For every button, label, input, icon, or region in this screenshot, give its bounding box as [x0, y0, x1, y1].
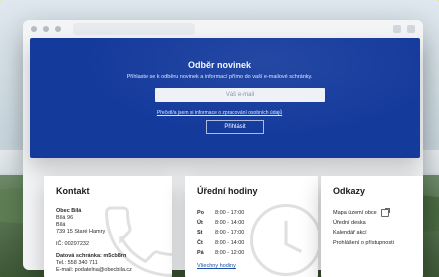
hours-row: Čt 8:00 - 14:00 — [197, 238, 308, 248]
contact-line: E-mail: podatelna@obecbila.cz — [56, 267, 132, 273]
card-title: Úřední hodiny — [197, 186, 258, 196]
window-control-dot[interactable] — [43, 26, 49, 32]
card-title: Kontakt — [56, 186, 90, 196]
privacy-consent-link[interactable]: Přečetl/a jsem si informace o zpracování… — [0, 110, 439, 116]
hours-row: Pá 8:00 - 12:00 — [197, 248, 308, 258]
browser-action-icon[interactable] — [393, 25, 401, 33]
link-item[interactable]: Mapa území obce — [333, 208, 413, 218]
browser-toolbar — [23, 20, 423, 38]
link-item[interactable]: Kalendář akcí — [333, 228, 413, 238]
day-time: 8:00 - 14:00 — [215, 240, 245, 246]
day-time: 8:00 - 12:00 — [215, 250, 245, 256]
window-control-dot[interactable] — [31, 26, 37, 32]
contact-details: Obec Bílá Bílá 96 Bílá 739 15 Staré Hamr… — [56, 208, 162, 274]
link-item[interactable]: Prohlášení o přístupnosti — [333, 238, 413, 248]
more-hours-link[interactable]: Všechny hodiny — [197, 263, 236, 269]
contact-line: 739 15 Staré Hamry — [56, 229, 106, 235]
card-links: Odkazy Mapa území obce Úřední deska Kale… — [321, 176, 423, 277]
hours-row: St 8:00 - 17:00 — [197, 228, 308, 238]
day-label: Pá — [197, 250, 204, 256]
external-link-icon — [380, 209, 389, 217]
links-list: Mapa území obce Úřední deska Kalendář ak… — [333, 208, 413, 248]
contact-line: Datová schránka: m5cb8rn — [56, 253, 127, 259]
email-placeholder: Váš e-mail — [225, 92, 255, 98]
contact-line: Bílá — [56, 222, 66, 228]
day-label: Út — [197, 220, 203, 226]
newsletter-title: Odběr novinek — [187, 60, 251, 70]
day-time: 8:00 - 17:00 — [215, 210, 245, 216]
email-input[interactable]: Váš e-mail — [155, 88, 325, 102]
link-label: Prohlášení o přístupnosti — [333, 240, 394, 246]
day-label: Čt — [197, 240, 203, 246]
day-time: 8:00 - 14:00 — [215, 220, 245, 226]
link-item[interactable]: Úřední deska — [333, 218, 413, 228]
newsletter-subtitle: Přihlaste se k odběru novinek a informac… — [126, 74, 313, 80]
browser-actions — [393, 25, 415, 33]
link-label: Kalendář akcí — [333, 230, 367, 236]
hours-list: Po 8:00 - 17:00 Út 8:00 - 14:00 St 8:00 - 1… — [197, 208, 308, 258]
card-title: Odkazy — [333, 186, 366, 196]
day-label: Po — [197, 210, 205, 216]
contact-line: Tel.: 558 340 711 — [56, 260, 98, 266]
subscribe-button[interactable]: Přihlásit — [206, 120, 264, 134]
card-kontakt: Kontakt Obec Bílá Bílá 96 Bílá 739 15 St… — [44, 176, 172, 277]
hours-row: Po 8:00 - 17:00 — [197, 208, 308, 218]
window-control-dot[interactable] — [55, 26, 61, 32]
link-label: Úřední deska — [333, 220, 366, 226]
contact-line: Obec Bílá — [56, 208, 82, 214]
link-label: Mapa území obce — [333, 210, 377, 216]
day-label: St — [197, 230, 203, 236]
day-time: 8:00 - 17:00 — [215, 230, 245, 236]
browser-action-icon[interactable] — [407, 25, 415, 33]
card-opening-hours: Úřední hodiny Po 8:00 - 17:00 Út 8:00 - 14… — [185, 176, 318, 277]
address-bar[interactable] — [73, 23, 195, 35]
contact-line: IČ: 00297232 — [56, 241, 90, 247]
contact-line: Bílá 96 — [56, 215, 74, 221]
hours-row: Út 8:00 - 14:00 — [197, 218, 308, 228]
